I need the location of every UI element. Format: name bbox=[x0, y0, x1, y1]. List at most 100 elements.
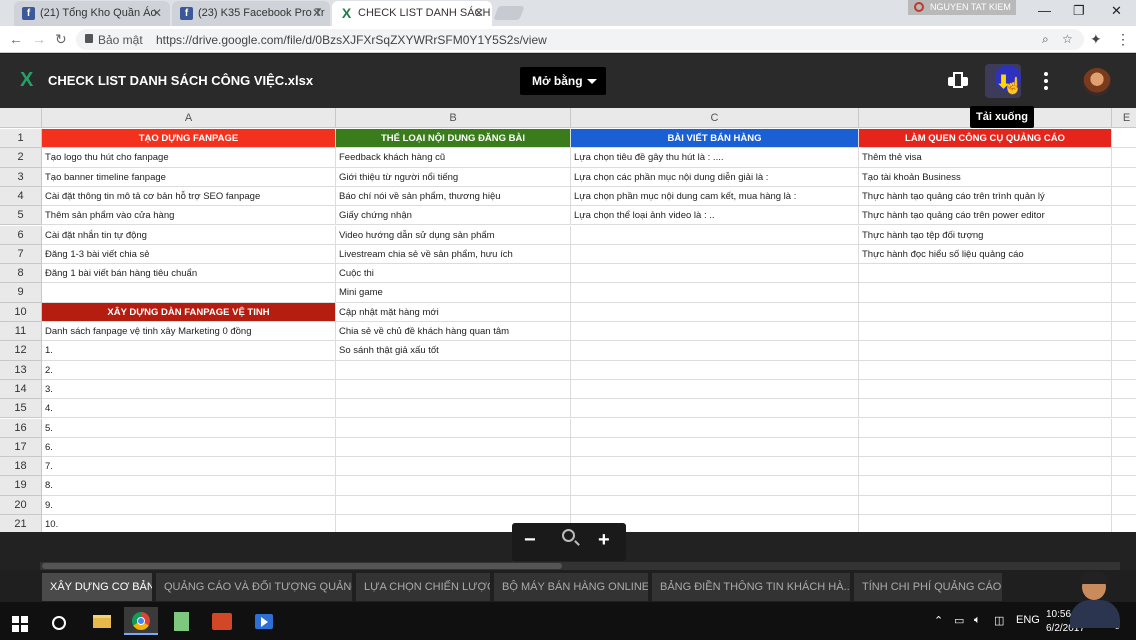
bookmark-star-icon[interactable]: ☆ bbox=[1062, 32, 1073, 46]
table-cell[interactable] bbox=[1112, 380, 1136, 400]
table-cell[interactable]: Thực hành tạo tệp đối tượng bbox=[859, 225, 1112, 245]
row-header[interactable]: 8 bbox=[0, 264, 42, 284]
table-cell[interactable] bbox=[1112, 168, 1136, 187]
table-cell[interactable]: Cài đặt nhắn tin tự động bbox=[42, 225, 336, 245]
table-cell[interactable]: Lựa chọn phần mục nội dung cam kết, mua … bbox=[571, 186, 859, 207]
table-cell[interactable] bbox=[859, 283, 1112, 303]
table-cell[interactable]: Tạo tài khoản Business bbox=[859, 167, 1112, 187]
table-cell[interactable] bbox=[1112, 264, 1136, 284]
chrome-icon[interactable] bbox=[124, 607, 158, 635]
table-cell[interactable] bbox=[1112, 303, 1136, 322]
chevron-up-icon[interactable]: ⌃ bbox=[934, 614, 943, 627]
table-cell[interactable]: 2. bbox=[42, 360, 336, 380]
open-with-button[interactable]: Mở bằng bbox=[520, 67, 606, 95]
network-icon[interactable]: ◫ bbox=[994, 614, 1004, 627]
table-cell[interactable]: So sánh thật giả xấu tốt bbox=[336, 341, 571, 361]
table-cell[interactable] bbox=[859, 418, 1112, 438]
table-cell[interactable] bbox=[336, 476, 571, 496]
row-header[interactable]: 10 bbox=[0, 302, 42, 322]
column-header[interactable]: B bbox=[336, 108, 571, 128]
sheet-tab-2[interactable]: QUẢNG CÁO VÀ ĐỐI TƯỢNG QUẢNG... bbox=[156, 573, 352, 601]
table-cell[interactable]: Giấy chứng nhận bbox=[336, 206, 571, 226]
table-cell[interactable] bbox=[571, 418, 859, 438]
url-text[interactable]: https://drive.google.com/file/d/0BzsXJFX… bbox=[156, 33, 547, 47]
section-header-cell[interactable]: BÀI VIẾT BÁN HÀNG bbox=[571, 129, 859, 149]
row-header[interactable]: 15 bbox=[0, 399, 42, 419]
table-cell[interactable] bbox=[859, 457, 1112, 477]
table-cell[interactable] bbox=[859, 264, 1112, 284]
table-cell[interactable] bbox=[1112, 245, 1136, 265]
new-tab-button[interactable] bbox=[493, 6, 525, 20]
row-header[interactable]: 14 bbox=[0, 379, 42, 400]
url-field[interactable]: Bảo mật https://drive.google.com/file/d/… bbox=[76, 29, 1084, 50]
sheet-tab-4[interactable]: BỘ MÁY BÁN HÀNG ONLINE bbox=[494, 573, 648, 601]
table-cell[interactable]: 3. bbox=[42, 379, 336, 400]
table-cell[interactable]: 9. bbox=[42, 495, 336, 515]
table-cell[interactable] bbox=[859, 476, 1112, 496]
spreadsheet-grid[interactable]: ABCDE12Tạo logo thu hút cho fanpageFeedb… bbox=[0, 108, 1136, 532]
table-cell[interactable] bbox=[859, 341, 1112, 361]
table-cell[interactable]: Đăng 1-3 bài viết chia sẻ bbox=[42, 244, 336, 265]
profile-badge[interactable]: NGUYEN TAT KIEM bbox=[908, 0, 1016, 15]
column-header[interactable]: C bbox=[571, 108, 859, 128]
sheet-tab-1[interactable]: XÂY DỰNG CƠ BẢN bbox=[42, 573, 152, 601]
powerpoint-icon[interactable] bbox=[204, 607, 238, 635]
section-header-cell[interactable]: XÂY DỰNG DÀN FANPAGE VỆ TINH bbox=[42, 302, 336, 322]
window-close-icon[interactable]: ✕ bbox=[1111, 3, 1122, 19]
close-icon[interactable]: ✕ bbox=[474, 6, 484, 20]
table-cell[interactable] bbox=[1112, 148, 1136, 168]
table-cell[interactable]: Cập nhật mặt hàng mới bbox=[336, 302, 571, 322]
table-cell[interactable]: Thêm thẻ visa bbox=[859, 148, 1112, 168]
row-header[interactable]: 11 bbox=[0, 322, 42, 342]
section-header-cell[interactable]: TẠO DỰNG FANPAGE bbox=[42, 129, 336, 149]
table-cell[interactable] bbox=[336, 495, 571, 515]
table-cell[interactable] bbox=[859, 360, 1112, 380]
table-cell[interactable]: Feedback khách hàng cũ bbox=[336, 148, 571, 168]
sheet-tab-6[interactable]: TÍNH CHI PHÍ QUẢNG CÁO bbox=[854, 573, 1002, 601]
table-cell[interactable] bbox=[571, 476, 859, 496]
table-cell[interactable]: Lựa chọn tiêu đề gây thu hút là : .... bbox=[571, 148, 859, 168]
table-cell[interactable] bbox=[571, 302, 859, 322]
row-header[interactable]: 3 bbox=[0, 167, 42, 187]
table-cell[interactable] bbox=[1112, 399, 1136, 419]
table-cell[interactable] bbox=[42, 283, 336, 303]
row-header[interactable]: 18 bbox=[0, 457, 42, 477]
table-cell[interactable]: Thực hành tạo quảng cáo trên trình quản … bbox=[859, 186, 1112, 207]
table-cell[interactable] bbox=[1112, 129, 1136, 149]
table-cell[interactable]: Lựa chọn thể loại ảnh video là : .. bbox=[571, 206, 859, 226]
row-header[interactable]: 5 bbox=[0, 206, 42, 226]
table-cell[interactable] bbox=[1112, 226, 1136, 245]
table-cell[interactable]: 10. bbox=[42, 515, 336, 532]
table-cell[interactable] bbox=[1112, 206, 1136, 226]
forward-icon[interactable]: → bbox=[32, 31, 46, 47]
volume-icon[interactable]: 🔈︎ bbox=[974, 614, 981, 627]
table-cell[interactable] bbox=[859, 379, 1112, 400]
table-cell[interactable] bbox=[1112, 496, 1136, 515]
table-cell[interactable] bbox=[1112, 187, 1136, 207]
table-cell[interactable]: Lựa chọn các phần mục nội dung diễn giải… bbox=[571, 167, 859, 187]
zoom-in-icon[interactable]: + bbox=[598, 529, 610, 552]
table-cell[interactable] bbox=[336, 437, 571, 458]
section-header-cell[interactable]: LÀM QUEN CÔNG CỤ QUẢNG CÁO bbox=[859, 129, 1112, 149]
table-cell[interactable] bbox=[1112, 283, 1136, 303]
table-cell[interactable]: Giới thiệu từ người nổi tiếng bbox=[336, 167, 571, 187]
media-player-icon[interactable] bbox=[246, 607, 280, 635]
zoom-reset-icon[interactable] bbox=[562, 529, 575, 542]
table-cell[interactable]: 4. bbox=[42, 399, 336, 419]
table-cell[interactable] bbox=[859, 399, 1112, 419]
table-cell[interactable] bbox=[571, 495, 859, 515]
table-cell[interactable] bbox=[571, 457, 859, 477]
table-cell[interactable] bbox=[859, 322, 1112, 342]
row-header[interactable]: 6 bbox=[0, 225, 42, 245]
browser-tab-1[interactable]: f (21) Tổng Kho Quần Áo ✕ bbox=[14, 1, 170, 26]
table-cell[interactable] bbox=[571, 379, 859, 400]
file-explorer-icon[interactable] bbox=[84, 607, 118, 635]
cortana-icon[interactable] bbox=[52, 616, 66, 630]
close-icon[interactable]: ✕ bbox=[152, 6, 162, 20]
table-cell[interactable]: Livestream chia sẻ về sản phẩm, hưu ích bbox=[336, 244, 571, 265]
row-header[interactable]: 16 bbox=[0, 418, 42, 438]
zoom-search-icon[interactable]: ⌕ bbox=[1042, 32, 1049, 47]
table-cell[interactable]: Cài đặt thông tin mô tả cơ bản hỗ trợ SE… bbox=[42, 186, 336, 207]
table-cell[interactable]: Tạo logo thu hút cho fanpage bbox=[42, 148, 336, 168]
table-cell[interactable] bbox=[1112, 419, 1136, 438]
